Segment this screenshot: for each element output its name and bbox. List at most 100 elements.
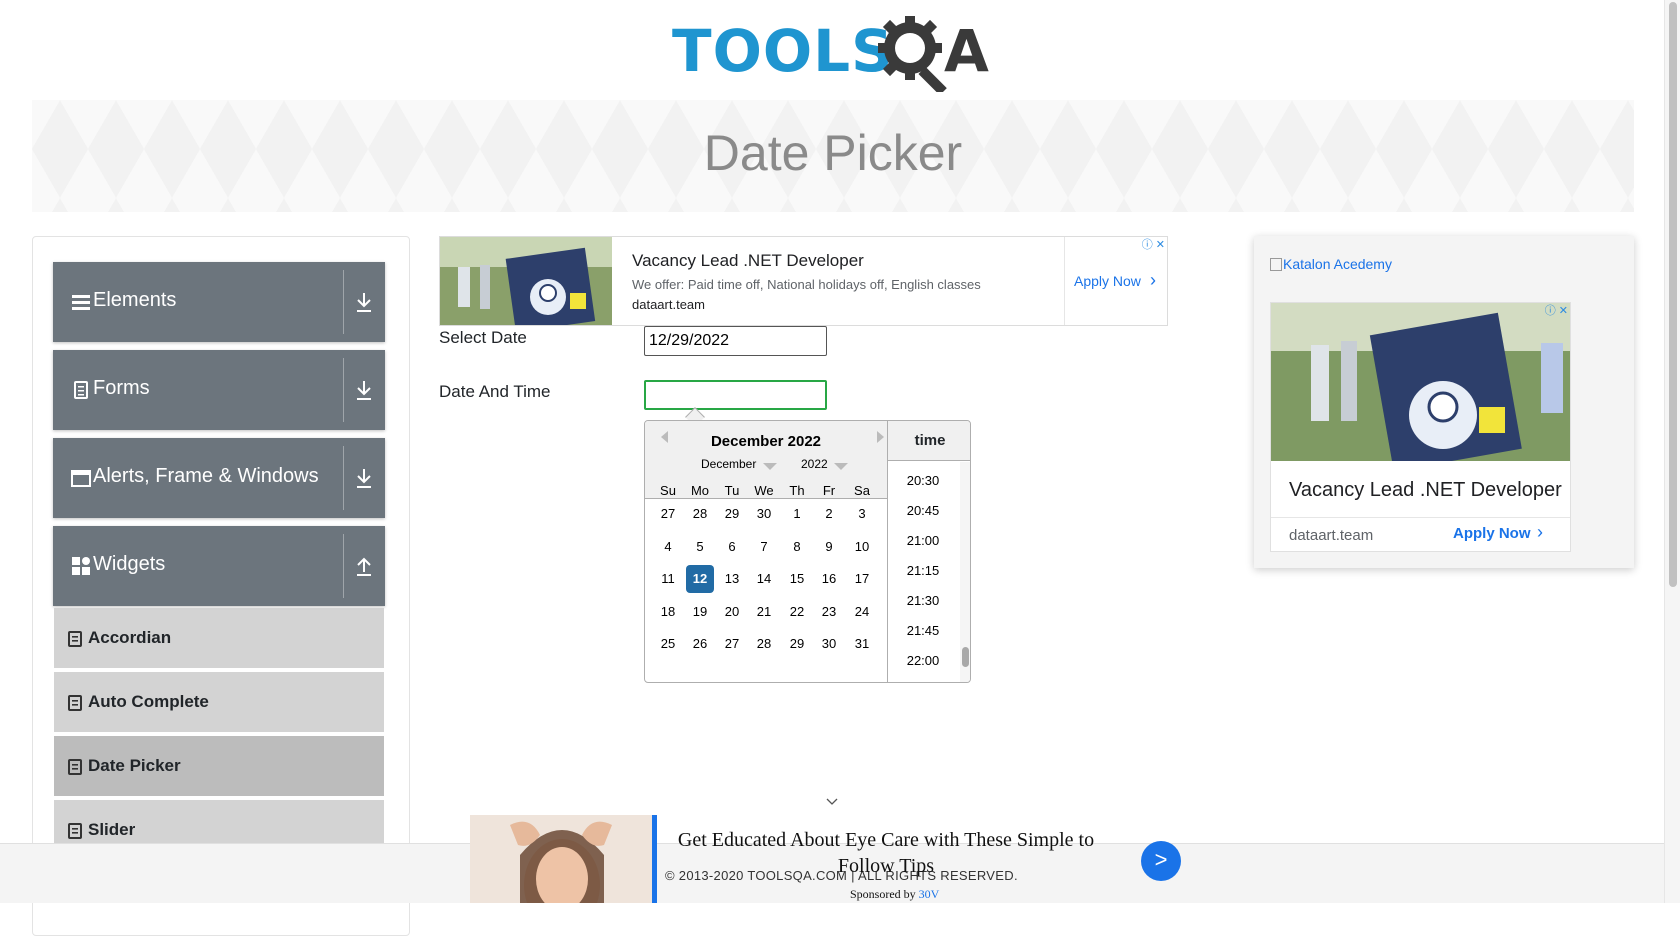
sidebar-item-accordian[interactable]: Accordian: [54, 608, 384, 670]
apply-now-button[interactable]: Apply Now: [1074, 273, 1141, 289]
calendar-day[interactable]: 30: [750, 500, 778, 528]
right-advertisement: Katalon Acedemy ⓘ ✕ Vacancy Lead .NET De…: [1254, 236, 1634, 568]
calendar-day[interactable]: 10: [848, 533, 876, 561]
sidebar-item-label: Auto Complete: [88, 692, 209, 711]
upload-arrow-icon[interactable]: [353, 554, 375, 578]
calendar-day[interactable]: 7: [750, 533, 778, 561]
document-icon: [74, 381, 88, 399]
datepicker-header: December 2022 December 2022 Su Mo Tu We …: [645, 421, 887, 499]
calendar-day[interactable]: 19: [686, 598, 714, 626]
time-option[interactable]: 20:45: [888, 503, 958, 518]
apply-now-button[interactable]: Apply Now: [1453, 525, 1531, 542]
ad-choices-icon[interactable]: ⓘ ✕: [1133, 237, 1167, 253]
calendar-day[interactable]: 22: [783, 598, 811, 626]
calendar-day[interactable]: 17: [848, 565, 876, 593]
time-list-scroll-thumb[interactable]: [962, 647, 969, 667]
datepicker-popup: December 2022 December 2022 Su Mo Tu We …: [644, 420, 971, 683]
calendar-day-selected[interactable]: 12: [686, 565, 714, 593]
calendar-day[interactable]: 25: [654, 630, 682, 658]
calendar-day[interactable]: 29: [718, 500, 746, 528]
year-select[interactable]: 2022: [801, 457, 828, 471]
image-alt-text: Katalon Acedemy: [1283, 256, 1392, 272]
page-scroll-thumb[interactable]: [1669, 2, 1677, 587]
divider: [343, 270, 344, 334]
calendar-day[interactable]: 29: [783, 630, 811, 658]
ad-image: [1271, 303, 1570, 461]
accent-bar: [652, 815, 657, 903]
calendar-day[interactable]: 16: [815, 565, 843, 593]
toolsqa-logo[interactable]: TOOLS A: [672, 14, 997, 92]
calendar-day[interactable]: 28: [750, 630, 778, 658]
nav-group-elements[interactable]: Elements: [53, 262, 385, 342]
page-title: Date Picker: [703, 125, 963, 181]
calendar-day[interactable]: 2: [815, 500, 843, 528]
ad-image: [440, 237, 612, 325]
calendar-day[interactable]: 28: [686, 500, 714, 528]
time-option[interactable]: 22:00: [888, 653, 958, 668]
page-scrollbar[interactable]: [1664, 0, 1680, 903]
date-and-time-input[interactable]: [644, 380, 827, 410]
calendar-day[interactable]: 30: [815, 630, 843, 658]
calendar-day[interactable]: 14: [750, 565, 778, 593]
bottom-advertisement[interactable]: Get Educated About Eye Care with These S…: [470, 815, 1185, 903]
calendar-day[interactable]: 18: [654, 598, 682, 626]
select-date-input[interactable]: [644, 326, 827, 356]
menu-item-icon: [68, 631, 82, 647]
month-select[interactable]: December: [701, 457, 756, 471]
calendar-day[interactable]: 26: [686, 630, 714, 658]
next-arrow-button[interactable]: >: [1141, 841, 1181, 881]
nav-group-widgets[interactable]: Widgets: [53, 526, 385, 606]
ad-title[interactable]: Vacancy Lead .NET Developer: [632, 251, 864, 271]
chevron-down-icon[interactable]: [826, 796, 838, 808]
sidebar-item-date-picker[interactable]: Date Picker: [54, 736, 384, 798]
date-and-time-label: Date And Time: [439, 382, 551, 401]
calendar-day[interactable]: 8: [783, 533, 811, 561]
calendar-day[interactable]: 4: [654, 533, 682, 561]
download-arrow-icon[interactable]: [353, 290, 375, 314]
time-option[interactable]: 21:15: [888, 563, 958, 578]
calendar-day[interactable]: 21: [750, 598, 778, 626]
nav-group-label: Alerts, Frame & Windows: [93, 465, 319, 487]
chevron-right-icon: ›: [1537, 522, 1543, 542]
time-option[interactable]: 21:45: [888, 623, 958, 638]
calendar-day[interactable]: 20: [718, 598, 746, 626]
time-option[interactable]: 21:30: [888, 593, 958, 608]
calendar-day[interactable]: 15: [783, 565, 811, 593]
nav-group-label: Elements: [93, 289, 177, 311]
download-arrow-icon[interactable]: [353, 466, 375, 490]
weekday-header: Mo: [690, 483, 710, 498]
sidebar-item-auto-complete[interactable]: Auto Complete: [54, 672, 384, 734]
time-option[interactable]: 21:00: [888, 533, 958, 548]
calendar-day[interactable]: 27: [718, 630, 746, 658]
current-month-label: December 2022: [710, 433, 822, 450]
calendar-day[interactable]: 1: [783, 500, 811, 528]
logo-text-a: A: [944, 17, 989, 85]
calendar-day[interactable]: 31: [848, 630, 876, 658]
nav-group-alerts-frame-windows[interactable]: Alerts, Frame & Windows: [53, 438, 385, 518]
nav-group-forms[interactable]: Forms: [53, 350, 385, 430]
calendar-day[interactable]: 5: [686, 533, 714, 561]
divider: [343, 358, 344, 422]
year-dropdown-icon[interactable]: [834, 463, 848, 470]
ad-headline[interactable]: Get Educated About Eye Care with These S…: [676, 827, 1096, 879]
calendar-day[interactable]: 3: [848, 500, 876, 528]
calendar-day[interactable]: 27: [654, 500, 682, 528]
weekday-header: Tu: [724, 483, 740, 498]
calendar-day[interactable]: 9: [815, 533, 843, 561]
calendar-day[interactable]: 6: [718, 533, 746, 561]
month-dropdown-icon[interactable]: [763, 463, 777, 470]
top-advertisement[interactable]: Vacancy Lead .NET Developer We offer: Pa…: [439, 236, 1168, 326]
ad-choices-icon[interactable]: ⓘ ✕: [1536, 303, 1570, 319]
ad-card[interactable]: ⓘ ✕ Vacancy Lead .NET Developer dataart.…: [1270, 302, 1571, 552]
menu-item-icon: [68, 695, 82, 711]
calendar-day[interactable]: 13: [718, 565, 746, 593]
ad-title[interactable]: Vacancy Lead .NET Developer: [1289, 479, 1562, 502]
calendar-day[interactable]: 24: [848, 598, 876, 626]
time-option[interactable]: 20:30: [888, 473, 958, 488]
calendar-day[interactable]: 23: [815, 598, 843, 626]
katalon-academy-image-link[interactable]: Katalon Acedemy: [1270, 256, 1392, 272]
divider: [343, 446, 344, 510]
download-arrow-icon[interactable]: [353, 378, 375, 402]
calendar-day[interactable]: 11: [654, 565, 682, 593]
sponsor-name[interactable]: 30V: [919, 887, 940, 901]
